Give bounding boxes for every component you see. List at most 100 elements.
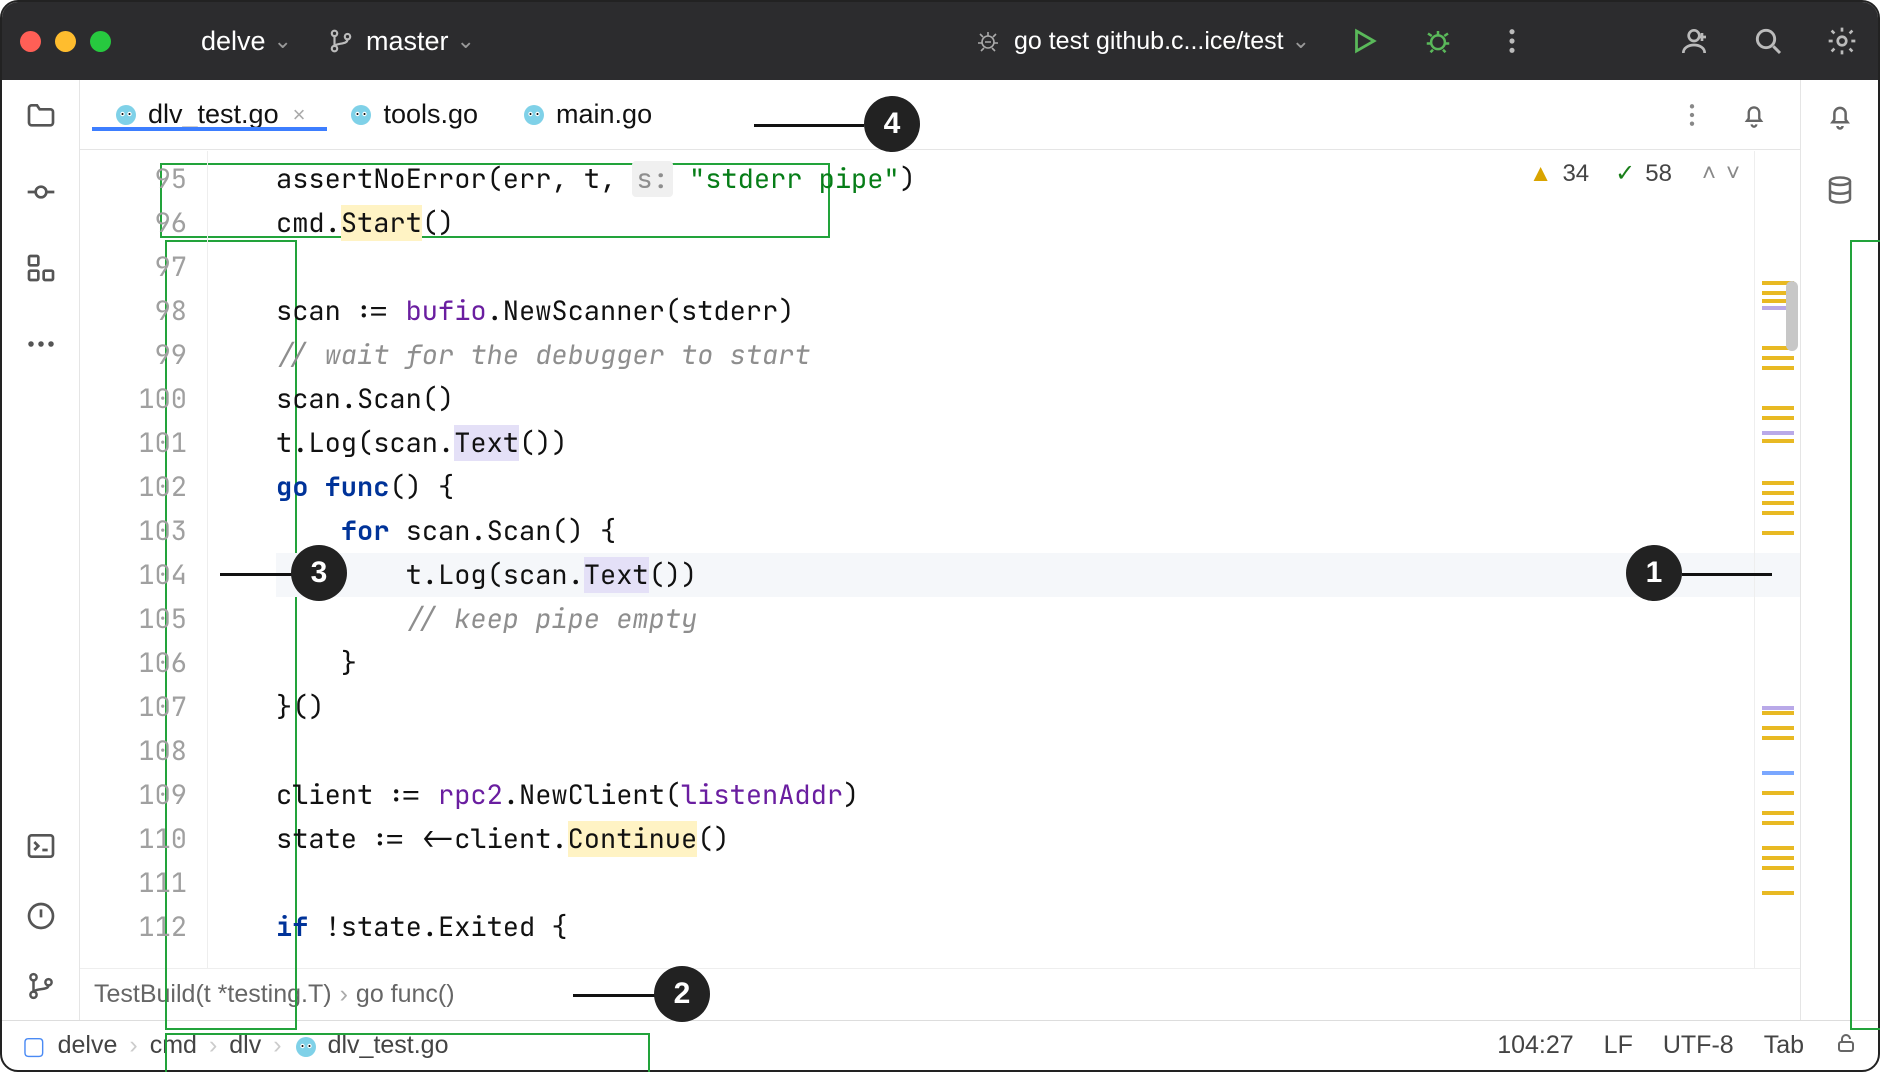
project-name: delve [201, 26, 266, 57]
settings-button[interactable] [1824, 23, 1860, 59]
code-line[interactable]: scan := bufio.NewScanner(stderr) [276, 289, 1800, 333]
code-line[interactable]: // wait for the debugger to start [276, 333, 1800, 377]
branch-selector[interactable]: master ⌄ [300, 26, 483, 57]
go-file-icon [349, 103, 373, 127]
path-seg[interactable]: cmd [150, 1031, 197, 1060]
code-line[interactable]: state := <-client.Continue() [276, 817, 1800, 861]
code-line[interactable]: t.Log(scan.Text()) [276, 421, 1800, 465]
tab-tools[interactable]: tools.go [327, 99, 500, 130]
line-number-gutter[interactable]: 9596979899100101102103104105106107108109… [80, 151, 208, 968]
typo-icon: ✓ [1615, 159, 1635, 188]
commit-tool-button[interactable] [23, 174, 59, 210]
code-line[interactable]: client := rpc2.NewClient(listenAddr) [276, 773, 1800, 817]
code-line[interactable]: // keep pipe empty [276, 597, 1800, 641]
callout-2: 2 [654, 966, 710, 1022]
chevron-down-icon: ⌄ [1292, 28, 1310, 54]
tab-dlv-test[interactable]: dlv_test.go × [92, 99, 327, 130]
path-seg[interactable]: delve [58, 1031, 118, 1060]
callout-line [220, 573, 292, 576]
code-line[interactable]: cmd.Start() [276, 201, 1800, 245]
left-tool-rail [2, 80, 80, 1020]
vcs-tool-button[interactable] [23, 968, 59, 1004]
main-area: dlv_test.go × tools.go main.go [2, 80, 1878, 1020]
titlebar: delve ⌄ master ⌄ go test github.c...ice/… [2, 2, 1878, 80]
inspections-widget[interactable]: ▲ 34 ✓ 58 ˄ ˅ [1529, 159, 1740, 188]
database-tool-button[interactable] [1822, 172, 1858, 208]
caret-position[interactable]: 104:27 [1497, 1031, 1573, 1060]
run-button[interactable] [1346, 23, 1382, 59]
window-controls [20, 31, 111, 52]
code-area[interactable]: assertNoError(err, t, s: "stderr pipe")c… [208, 151, 1800, 968]
code-line[interactable]: go func() { [276, 465, 1800, 509]
search-everywhere-button[interactable] [1750, 23, 1786, 59]
project-tool-button[interactable] [23, 98, 59, 134]
editor-tabs: dlv_test.go × tools.go main.go [80, 80, 1800, 150]
line-separator[interactable]: LF [1604, 1031, 1633, 1060]
module-icon: ▢ [22, 1031, 46, 1061]
run-config-label: go test github.c...ice/test [1014, 27, 1284, 56]
code-line[interactable]: scan.Scan() [276, 377, 1800, 421]
code-line[interactable]: if !state.Exited { [276, 905, 1800, 949]
callout-4: 4 [864, 96, 920, 152]
callout-line [573, 994, 655, 997]
code-line[interactable] [276, 729, 1800, 773]
crumb-inner[interactable]: go func() [356, 980, 455, 1009]
chevron-down-icon[interactable]: ˅ [1726, 160, 1740, 188]
close-tab-button[interactable]: × [293, 102, 306, 128]
chevron-right-icon: › [340, 980, 348, 1009]
go-file-icon [522, 103, 546, 127]
crumb-fn[interactable]: TestBuild(t *testing.T) [94, 980, 332, 1009]
zoom-window-button[interactable] [90, 31, 111, 52]
go-file-icon [114, 103, 138, 127]
chevron-up-icon[interactable]: ˄ [1702, 160, 1716, 188]
tab-label: tools.go [383, 99, 478, 130]
structure-tool-button[interactable] [23, 250, 59, 286]
more-tools-button[interactable] [23, 326, 59, 362]
status-bar: ▢ delve› cmd› dlv› dlv_test.go 104:27 LF… [2, 1020, 1878, 1070]
code-line[interactable]: for scan.Scan() { [276, 509, 1800, 553]
chevron-down-icon: ⌄ [274, 28, 292, 54]
callout-3: 3 [291, 545, 347, 601]
bug-icon [976, 29, 1000, 53]
editor-column: dlv_test.go × tools.go main.go [80, 80, 1800, 1020]
project-selector[interactable]: delve ⌄ [201, 26, 300, 57]
code-line[interactable] [276, 861, 1800, 905]
chevron-down-icon: ⌄ [457, 28, 475, 54]
readonly-icon[interactable] [1834, 1031, 1858, 1060]
code-line[interactable]: t.Log(scan.Text()) [276, 553, 1800, 597]
callout-1: 1 [1626, 545, 1682, 601]
right-tool-rail [1800, 80, 1878, 1020]
problems-tool-button[interactable] [23, 898, 59, 934]
tab-options-button[interactable] [1674, 97, 1710, 133]
file-encoding[interactable]: UTF-8 [1663, 1031, 1734, 1060]
warning-count: 34 [1562, 160, 1589, 188]
tab-main[interactable]: main.go [500, 99, 674, 130]
path-seg[interactable]: dlv [229, 1031, 261, 1060]
notifications-button[interactable] [1736, 97, 1772, 133]
notifications-tool-button[interactable] [1822, 98, 1858, 134]
code-line[interactable] [276, 245, 1800, 289]
go-file-icon [294, 1035, 316, 1057]
tab-label: main.go [556, 99, 652, 130]
close-window-button[interactable] [20, 31, 41, 52]
indent-setting[interactable]: Tab [1764, 1031, 1804, 1060]
breadcrumbs-bar[interactable]: TestBuild(t *testing.T) › go func() [80, 968, 1800, 1020]
minimize-window-button[interactable] [55, 31, 76, 52]
nav-bar[interactable]: ▢ delve› cmd› dlv› dlv_test.go [22, 1031, 449, 1061]
path-seg[interactable]: dlv_test.go [328, 1031, 449, 1060]
titlebar-actions [1346, 23, 1860, 59]
code-line[interactable]: } [276, 641, 1800, 685]
terminal-tool-button[interactable] [23, 828, 59, 864]
typo-count: 58 [1645, 160, 1672, 188]
warning-icon: ▲ [1529, 160, 1553, 188]
overview-ruler[interactable] [1754, 151, 1800, 968]
branch-icon [328, 28, 354, 54]
callout-line [1682, 573, 1772, 576]
code-with-me-button[interactable] [1676, 23, 1712, 59]
code-line[interactable]: }() [276, 685, 1800, 729]
branch-name: master [366, 26, 449, 57]
run-config-selector[interactable]: go test github.c...ice/test ⌄ [976, 27, 1318, 56]
callout-line [754, 124, 864, 127]
debug-button[interactable] [1420, 23, 1456, 59]
more-actions-button[interactable] [1494, 23, 1530, 59]
